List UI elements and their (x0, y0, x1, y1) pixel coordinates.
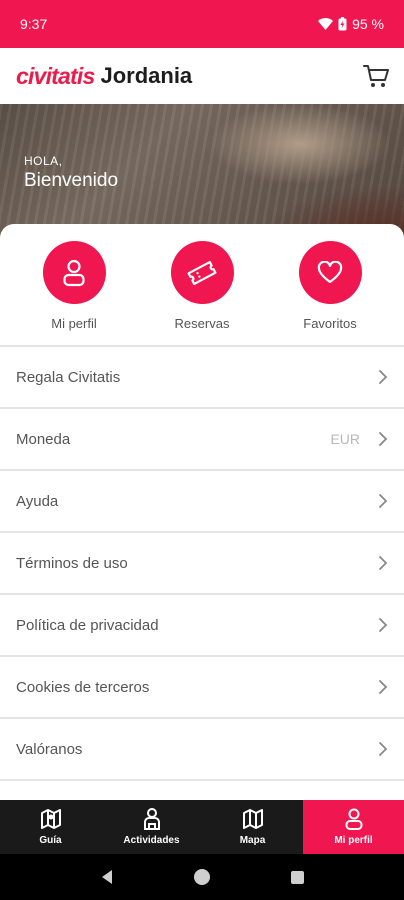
user-icon (42, 241, 106, 304)
menu-item-gift[interactable]: Regala Civitatis (0, 345, 404, 407)
app-header: civitatis Jordania (0, 48, 404, 104)
menu-item-terms[interactable]: Términos de uso (0, 531, 404, 593)
back-icon[interactable] (99, 869, 115, 885)
nav-label: Mi perfil (334, 835, 373, 846)
guide-map-icon (40, 808, 62, 830)
ticket-icon (170, 241, 234, 304)
menu-item-help[interactable]: Ayuda (0, 469, 404, 531)
nav-guide[interactable]: Guía (0, 800, 101, 854)
status-time: 9:37 (20, 16, 48, 32)
chevron-right-icon (379, 556, 388, 570)
menu-item-label: Ayuda (16, 492, 59, 510)
nav-label: Guía (39, 835, 62, 846)
menu-item-label: Regala Civitatis (16, 368, 121, 386)
destination-title: Jordania (100, 63, 193, 88)
nav-label: Mapa (239, 835, 266, 846)
menu-item-privacy[interactable]: Política de privacidad (0, 593, 404, 655)
quick-action-label: Favoritos (303, 316, 357, 331)
menu-item-label: Moneda (16, 430, 71, 448)
menu-item-label: Cookies de terceros (16, 678, 150, 696)
hero-banner: HOLA, Bienvenido (0, 104, 404, 244)
hero-welcome: Bienvenido (24, 170, 119, 191)
wifi-icon (318, 18, 334, 30)
battery-icon (338, 17, 347, 31)
quick-action-favorites[interactable]: Favoritos (275, 241, 385, 345)
quick-action-profile[interactable]: Mi perfil (19, 241, 129, 345)
cart-icon[interactable] (362, 62, 390, 90)
hero-greeting: HOLA, (24, 154, 63, 168)
menu-item-label: Política de privacidad (16, 616, 159, 634)
chevron-right-icon (379, 432, 388, 446)
chevron-right-icon (379, 370, 388, 384)
heart-icon (298, 241, 362, 304)
map-icon (242, 808, 264, 830)
activities-icon (142, 808, 162, 830)
profile-card: Mi perfil Reservas Favoritos Regala Civi… (0, 224, 404, 800)
nav-profile[interactable]: Mi perfil (303, 800, 404, 854)
chevron-right-icon (379, 742, 388, 756)
chevron-right-icon (379, 618, 388, 632)
menu-item-cookies[interactable]: Cookies de terceros (0, 655, 404, 717)
quick-action-bookings[interactable]: Reservas (147, 241, 257, 345)
profile-icon (345, 808, 363, 830)
bottom-nav: Guía Actividades Mapa Mi perfil (0, 800, 404, 854)
menu-item-partial (0, 779, 404, 800)
menu-item-currency[interactable]: Moneda EUR (0, 407, 404, 469)
nav-label: Actividades (123, 835, 180, 846)
status-bar: 9:37 95 % (0, 0, 404, 48)
quick-action-label: Mi perfil (51, 316, 97, 331)
menu-item-label: Valóranos (16, 740, 83, 758)
system-nav-bar (0, 854, 404, 900)
brand-logo[interactable]: civitatis (16, 63, 95, 90)
settings-menu: Regala Civitatis Moneda EUR Ayuda Términ… (0, 345, 404, 800)
menu-item-label: Términos de uso (16, 554, 128, 572)
menu-item-rate[interactable]: Valóranos (0, 717, 404, 779)
quick-action-label: Reservas (174, 316, 230, 331)
nav-map[interactable]: Mapa (202, 800, 303, 854)
currency-value: EUR (330, 431, 360, 447)
home-icon[interactable] (193, 868, 211, 886)
nav-activities[interactable]: Actividades (101, 800, 202, 854)
status-icons: 95 % (318, 16, 384, 32)
battery-percent: 95 % (352, 16, 384, 32)
recents-icon[interactable] (290, 870, 305, 885)
chevron-right-icon (379, 680, 388, 694)
chevron-right-icon (379, 494, 388, 508)
quick-actions: Mi perfil Reservas Favoritos (0, 224, 404, 345)
